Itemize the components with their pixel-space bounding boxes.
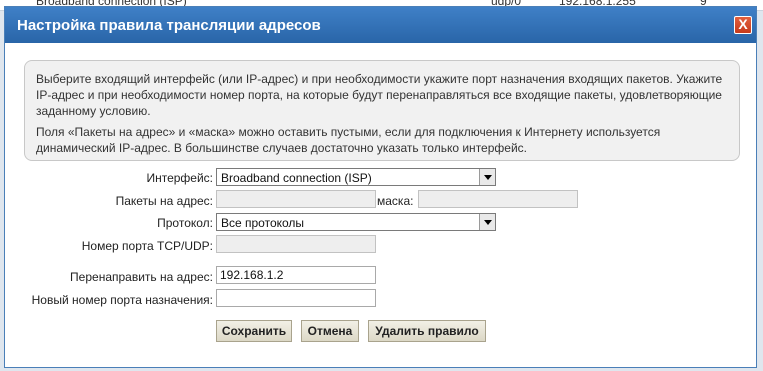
new-port-label: Новый номер порта назначения: xyxy=(31,293,213,307)
chevron-down-icon xyxy=(479,214,495,230)
protocol-label: Протокол: xyxy=(157,216,213,230)
mask-input[interactable] xyxy=(418,190,578,208)
interface-label: Интерфейс: xyxy=(146,171,213,185)
packets-address-input[interactable] xyxy=(216,190,376,208)
redirect-address-label: Перенаправить на адрес: xyxy=(70,270,213,284)
dialog-title: Настройка правила трансляции адресов xyxy=(17,17,321,34)
delete-rule-button[interactable]: Удалить правило xyxy=(368,320,486,342)
info-paragraph: Выберите входящий интерфейс (или IP-адре… xyxy=(36,72,723,118)
close-icon[interactable]: X xyxy=(734,16,752,34)
nat-rule-dialog: Настройка правила трансляции адресов X В… xyxy=(4,6,757,368)
new-port-input[interactable] xyxy=(216,289,376,307)
mask-label: маска: xyxy=(377,194,414,208)
chevron-down-icon xyxy=(479,169,495,185)
save-button[interactable]: Сохранить xyxy=(216,320,292,342)
cancel-button[interactable]: Отмена xyxy=(301,320,359,342)
protocol-select[interactable]: Все протоколы xyxy=(216,213,496,231)
redirect-address-input[interactable] xyxy=(216,266,376,284)
packets-address-label: Пакеты на адрес: xyxy=(115,194,213,208)
port-label: Номер порта TCP/UDP: xyxy=(81,239,213,253)
info-box: Выберите входящий интерфейс (или IP-адре… xyxy=(24,60,740,161)
interface-select-value: Broadband connection (ISP) xyxy=(221,171,372,185)
info-paragraph: Поля «Пакеты на адрес» и «маска» можно о… xyxy=(36,125,661,155)
protocol-select-value: Все протоколы xyxy=(221,216,305,230)
interface-select[interactable]: Broadband connection (ISP) xyxy=(216,168,496,186)
dialog-titlebar[interactable]: Настройка правила трансляции адресов X xyxy=(5,7,756,43)
port-input[interactable] xyxy=(216,235,376,253)
